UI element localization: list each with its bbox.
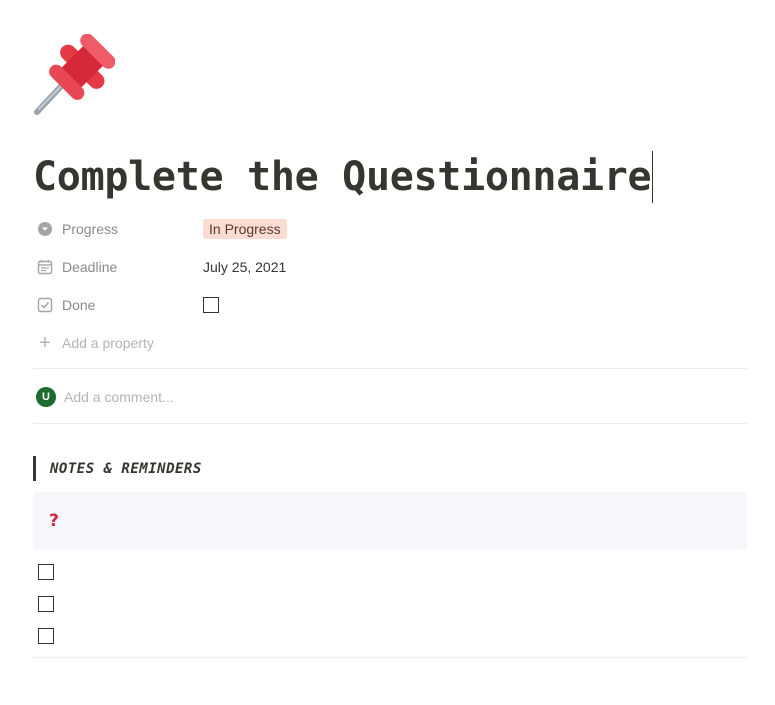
todo-item[interactable] <box>33 588 747 620</box>
checkbox-property-icon <box>37 297 53 313</box>
text-cursor <box>652 151 654 203</box>
todo-item[interactable] <box>33 556 747 588</box>
divider <box>33 368 747 369</box>
todo-checkbox[interactable] <box>38 628 54 644</box>
plus-icon: + <box>39 332 51 354</box>
todo-list <box>33 556 747 652</box>
todo-checkbox[interactable] <box>38 596 54 612</box>
comment-bar[interactable]: U <box>33 384 464 410</box>
todo-item[interactable] <box>33 620 747 652</box>
deadline-date[interactable]: July 25, 2021 <box>203 259 286 275</box>
status-tag[interactable]: In Progress <box>203 219 287 239</box>
property-name-deadline[interactable]: Deadline <box>33 259 203 275</box>
calendar-icon <box>37 259 53 275</box>
add-property-button[interactable]: + Add a property <box>33 324 747 362</box>
callout-block[interactable]: ? <box>33 492 747 550</box>
page-title-block[interactable]: Complete the Questionnaire <box>33 150 654 204</box>
status-circle-icon <box>37 221 53 237</box>
divider <box>33 657 747 658</box>
property-name-done[interactable]: Done <box>33 297 203 313</box>
property-done[interactable]: Done <box>33 286 747 324</box>
property-value-deadline[interactable]: July 25, 2021 <box>203 259 286 275</box>
property-value-done[interactable] <box>203 297 219 313</box>
property-progress[interactable]: Progress In Progress <box>33 210 747 248</box>
question-mark-icon[interactable]: ? <box>49 511 59 531</box>
done-checkbox[interactable] <box>203 297 219 313</box>
pushpin-icon[interactable] <box>33 33 116 116</box>
property-name-progress[interactable]: Progress <box>33 221 203 237</box>
avatar: U <box>36 387 56 407</box>
comment-input[interactable] <box>64 389 464 405</box>
todo-checkbox[interactable] <box>38 564 54 580</box>
add-property-label: Add a property <box>62 335 154 351</box>
section-heading[interactable]: NOTES & REMINDERS <box>33 456 202 481</box>
property-label: Deadline <box>62 259 118 275</box>
property-label: Done <box>62 297 96 313</box>
properties-panel: Progress In Progress Deadline July 25, 2… <box>33 210 747 362</box>
page-title[interactable]: Complete the Questionnaire <box>33 150 652 204</box>
property-deadline[interactable]: Deadline July 25, 2021 <box>33 248 747 286</box>
divider <box>33 423 747 424</box>
property-value-progress[interactable]: In Progress <box>203 219 287 239</box>
property-label: Progress <box>62 221 119 237</box>
